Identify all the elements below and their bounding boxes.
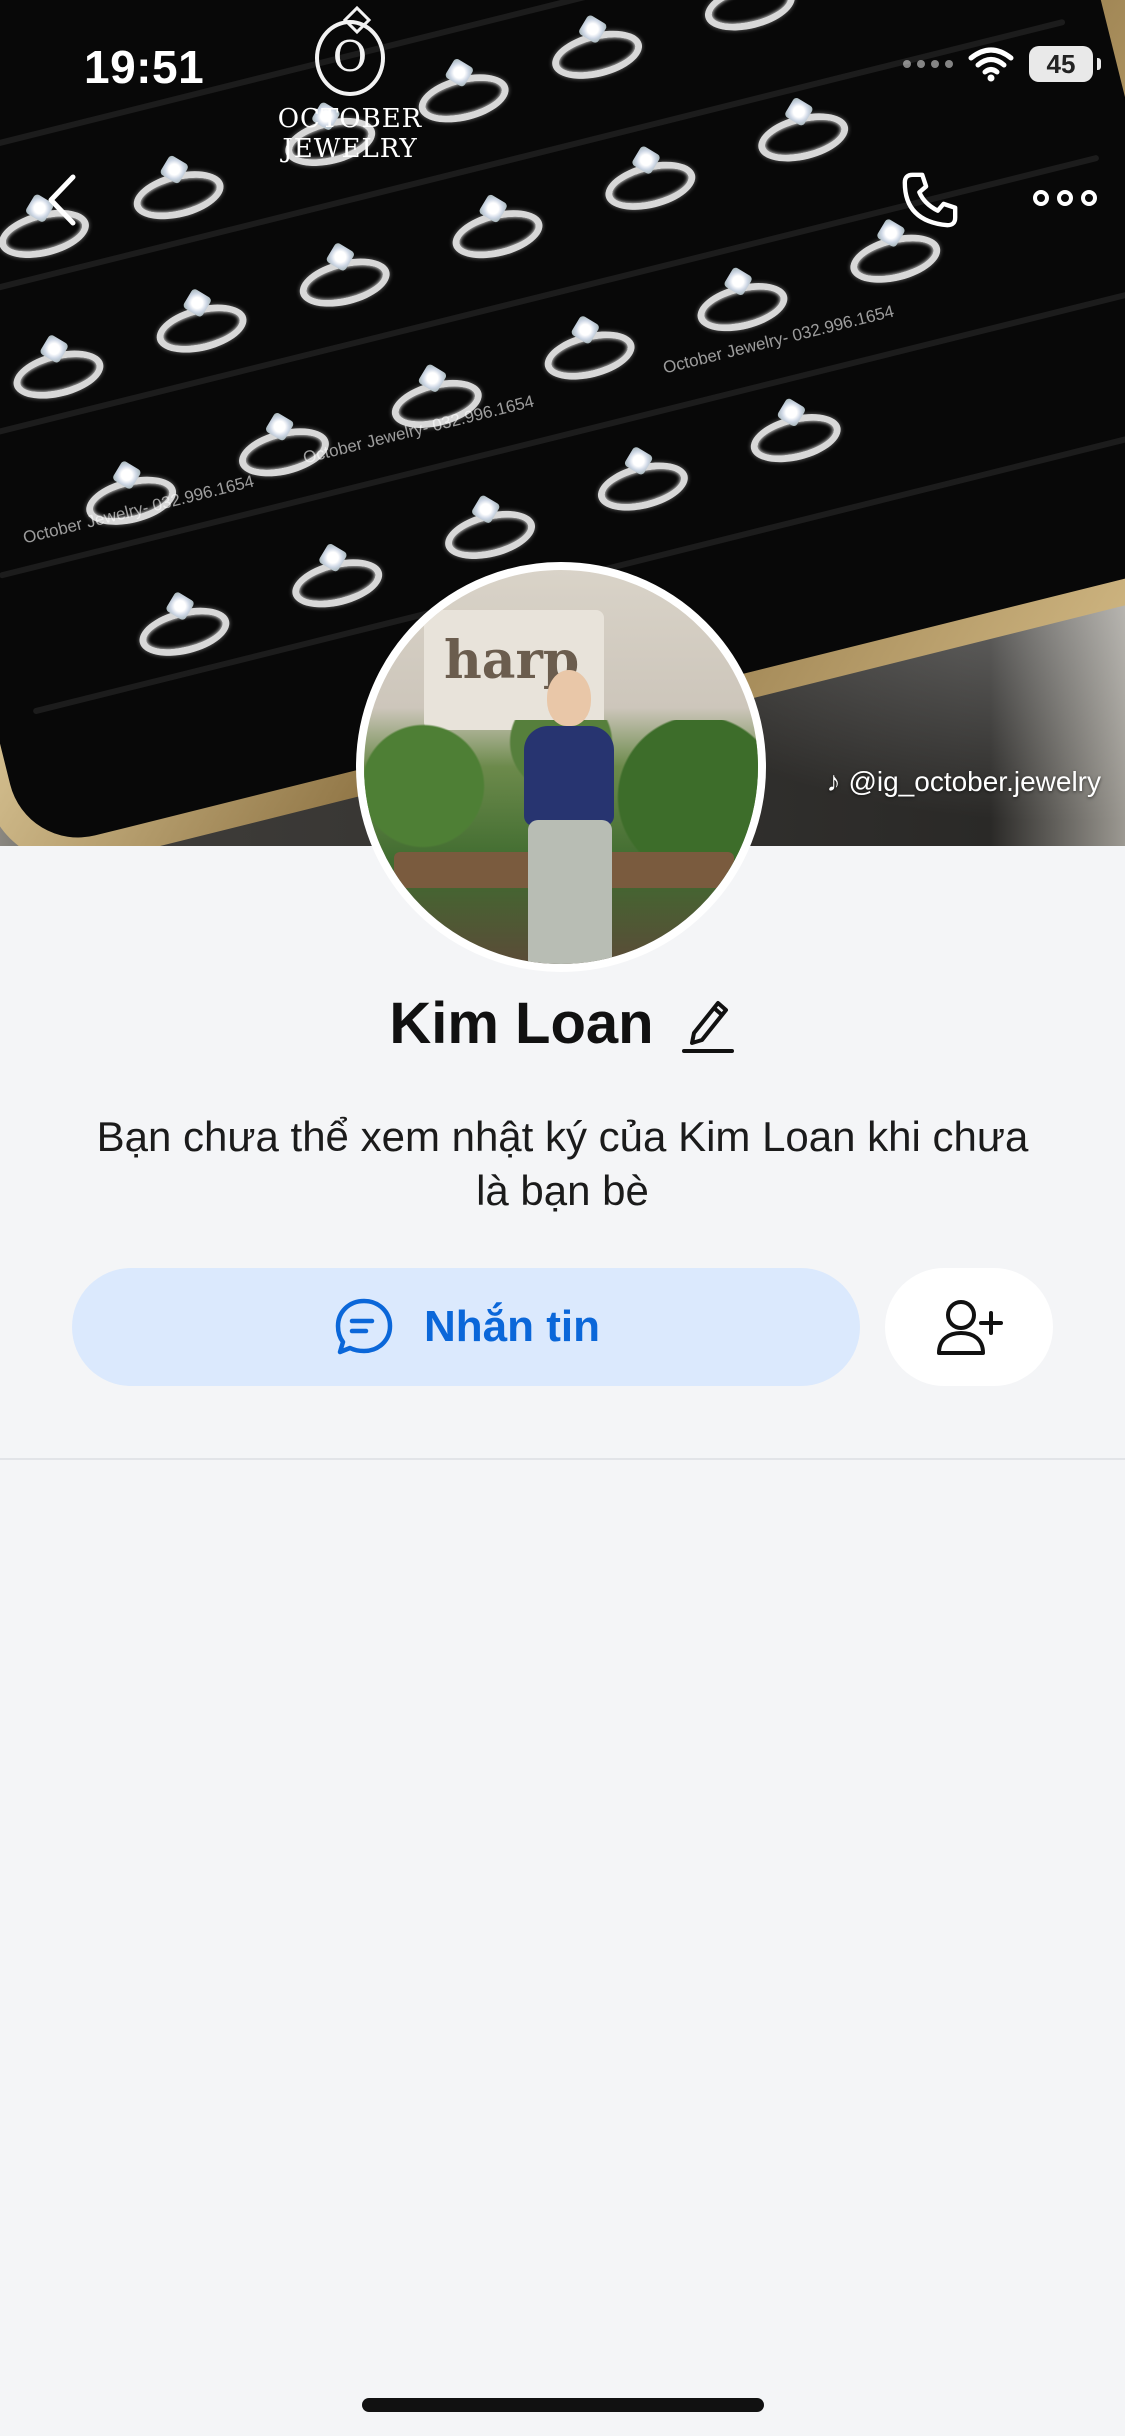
avatar-head — [547, 670, 591, 726]
brand-logo: O OCTOBER JEWELRY — [220, 20, 480, 164]
wifi-icon — [968, 47, 1014, 82]
profile-name-row: Kim Loan — [0, 990, 1125, 1057]
back-button[interactable] — [36, 170, 90, 230]
user-plus-icon — [937, 1300, 1003, 1355]
ring — [699, 0, 800, 39]
brand-name: OCTOBER JEWELRY — [277, 104, 423, 164]
brand-ring-icon: O — [315, 20, 385, 96]
ring — [8, 342, 109, 408]
more-horizontal-icon — [1029, 190, 1101, 206]
home-indicator[interactable] — [362, 2398, 764, 2412]
social-handle-text: @ig_october.jewelry — [848, 766, 1101, 797]
private-diary-notice: Bạn chưa thể xem nhật ký của Kim Loan kh… — [96, 1113, 1029, 1214]
social-handle: ♪ @ig_october.jewelry — [827, 766, 1101, 798]
ring — [547, 22, 648, 88]
ring — [440, 502, 541, 568]
chevron-left-icon — [48, 174, 76, 226]
message-button-label: Nhắn tin — [424, 1302, 600, 1351]
call-button[interactable] — [890, 160, 970, 240]
tiktok-icon: ♪ — [826, 766, 841, 797]
ring — [134, 599, 235, 665]
phone-icon — [902, 172, 958, 228]
ring — [753, 104, 854, 170]
signal-icon — [903, 60, 953, 68]
ring — [151, 296, 252, 362]
avatar-shirt — [524, 726, 614, 826]
add-friend-button[interactable] — [885, 1268, 1053, 1386]
more-button[interactable] — [1015, 170, 1115, 226]
status-indicators: 45 — [903, 46, 1101, 82]
ring — [128, 162, 229, 228]
ring — [592, 454, 693, 520]
message-button[interactable]: Nhắn tin — [72, 1268, 860, 1386]
ring — [539, 323, 640, 388]
avatar-person — [514, 664, 624, 964]
section-divider — [0, 1458, 1125, 1460]
profile-name: Kim Loan — [389, 991, 654, 1056]
battery-indicator: 45 — [1029, 46, 1101, 82]
status-time: 19:51 — [84, 41, 205, 93]
ring — [287, 550, 388, 616]
ring — [447, 201, 548, 267]
brand-initial: O — [332, 32, 368, 81]
avatar[interactable]: harp — [356, 562, 766, 972]
ring — [600, 153, 701, 219]
chat-bubble-icon — [335, 1298, 393, 1355]
avatar-pants — [528, 820, 612, 964]
pencil-icon[interactable] — [680, 993, 736, 1055]
ring — [294, 250, 395, 316]
ring — [745, 405, 846, 471]
